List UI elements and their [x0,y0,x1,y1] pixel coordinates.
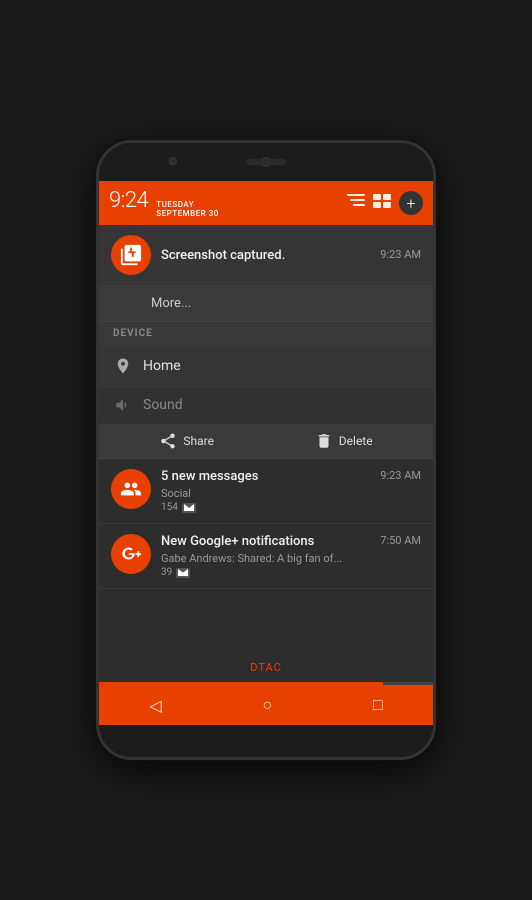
delete-icon [315,432,333,450]
share-icon [159,432,177,450]
top-bezel [99,143,433,181]
home-icon [113,356,133,376]
screenshot-notification[interactable]: Screenshot captured. 9:23 AM [99,225,433,286]
more-button[interactable]: More... [99,286,433,322]
status-bar: 9:24 TUESDAY SEPTEMBER 30 [99,181,433,225]
share-button[interactable]: Share [159,432,214,450]
gplus-notification[interactable]: New Google+ notifications 7:50 AM Gabe A… [99,524,433,589]
bottom-bezel [99,725,433,757]
gplus-title: New Google+ notifications [161,534,314,549]
device-section-header: DEVICE [99,322,433,346]
delete-label: Delete [339,434,373,448]
messages-notification[interactable]: 5 new messages 9:23 AM Social 154 [99,459,433,524]
screen: 9:24 TUESDAY SEPTEMBER 30 [99,181,433,725]
gmail-badge-icon [182,503,196,513]
messages-icon [120,478,142,500]
gplus-icon-circle [111,534,151,574]
gplus-icon [120,543,142,565]
messages-title: 5 new messages [161,469,258,484]
screenshot-text: Screenshot captured. 9:23 AM [161,248,421,263]
screenshot-icon-circle [111,235,151,275]
recents-button[interactable]: □ [373,695,383,715]
messages-sub: Social [161,487,191,500]
notifications-list: Screenshot captured. 9:23 AM More... DEV… [99,225,433,685]
gplus-sub: Gabe Andrews: Shared: A big fan of... [161,552,342,565]
screenshot-time: 9:23 AM [380,248,421,261]
gplus-time: 7:50 AM [380,534,421,547]
front-camera [169,157,177,165]
screenshot-icon [120,244,142,266]
sort-icon[interactable] [347,194,365,212]
sound-item: Sound [99,387,433,424]
day-name: TUESDAY [156,200,219,209]
action-bar: Share Delete [99,424,433,459]
sound-label: Sound [143,397,183,413]
messages-count: 154 [161,502,178,513]
phone-frame: 9:24 TUESDAY SEPTEMBER 30 [96,140,436,760]
messages-text: 5 new messages 9:23 AM Social 154 [161,469,421,513]
status-icons: + [347,191,423,215]
gplus-text: New Google+ notifications 7:50 AM Gabe A… [161,534,421,578]
date-block: TUESDAY SEPTEMBER 30 [156,200,219,218]
home-item[interactable]: Home [99,346,433,387]
screenshot-title: Screenshot captured. [161,248,285,263]
layout-icon[interactable] [373,194,391,212]
home-label: Home [143,358,181,374]
date-string: SEPTEMBER 30 [156,209,219,218]
clock: 9:24 [109,188,148,213]
home-button[interactable]: ○ [262,695,272,715]
speaker [246,159,286,165]
share-label: Share [183,434,214,448]
messages-time: 9:23 AM [380,469,421,482]
back-button[interactable]: ◁ [149,696,161,715]
gplus-count: 39 [161,567,172,578]
gplus-badge-icon [176,568,190,578]
add-button[interactable]: + [399,191,423,215]
sound-icon [113,395,133,415]
dtac-label: DTAC [99,653,433,682]
time-block: 9:24 TUESDAY SEPTEMBER 30 [109,188,219,218]
messages-icon-circle [111,469,151,509]
navigation-bar: ◁ ○ □ [99,685,433,725]
delete-button[interactable]: Delete [315,432,373,450]
